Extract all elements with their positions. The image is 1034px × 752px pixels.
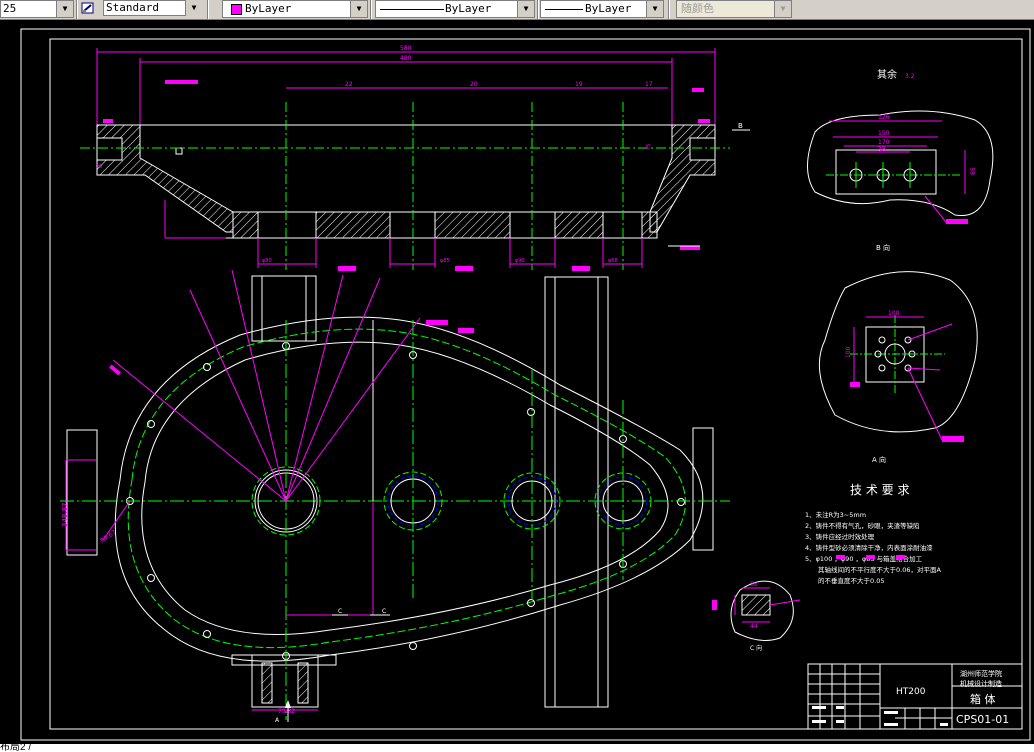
drawing-canvas[interactable]: 580 480 22 20 19 17 φ80 φ85 φ90 φ68 75 3… (0, 20, 1034, 744)
view-b-caption: B 向 (876, 243, 890, 252)
cad-drawing: 580 480 22 20 19 17 φ80 φ85 φ90 φ68 75 3… (20, 28, 1031, 741)
color-swatch (231, 4, 242, 15)
view-c-caption: C 向 (750, 644, 762, 652)
dim-seg1: 22 (345, 81, 353, 88)
view-b-dim-1: 126 (878, 114, 890, 121)
toolbar-separator (370, 0, 372, 19)
tech-req-line-4: 4、铸件型砂必须清除干净，内表面涂耐油漆 (805, 543, 933, 552)
plot-style-value: 随颜色 (681, 2, 714, 15)
view-b: 其余 3.2 126 150 170 38 65 B 向 (807, 68, 994, 252)
title-material: HT200 (896, 687, 926, 697)
command-line-text: 布局2 / (0, 744, 32, 752)
linetype-sample (380, 9, 444, 10)
title-drawing-no: CPS01-01 (956, 713, 1009, 726)
tech-req-line-1: 1、未注R为3~5mm (805, 510, 866, 519)
scale-value: 25 (3, 2, 17, 15)
chevron-down-icon[interactable]: ▼ (56, 1, 73, 17)
scale-combo[interactable]: 25 ▼ (0, 0, 74, 18)
bore-label-2: φ85 (440, 258, 450, 264)
chevron-down-icon[interactable]: ▼ (774, 1, 791, 17)
color-combo[interactable]: ByLayer ▼ (222, 0, 368, 18)
toolbar-separator (537, 0, 539, 19)
chevron-down-icon[interactable]: ▼ (350, 1, 367, 17)
view-c: 56 44 C 向 (712, 580, 801, 652)
front-dim-left: 348.87 (61, 503, 69, 528)
tech-req-line-7: 的不垂直度不大于0.05 (818, 576, 884, 585)
title-block: HT200 湖州师范学院 机械设计制造 箱 体 CPS01-01 (807, 663, 1023, 730)
view-b-dim-4: 38 (878, 146, 886, 153)
svg-text:3.2: 3.2 (905, 73, 915, 80)
dim-seg3: 19 (575, 81, 583, 88)
bore-label-3: φ90 (515, 258, 525, 264)
view-a-dim-1: 100 (888, 310, 900, 317)
lineweight-value: ByLayer (585, 2, 632, 15)
chevron-down-icon[interactable]: ▼ (185, 0, 202, 16)
text-style-combo[interactable]: Standard ▼ (80, 0, 202, 18)
section-mark-c-2: C (382, 608, 386, 615)
title-part-name: 箱 体 (970, 692, 996, 706)
dim-inner: 480 (400, 55, 412, 62)
technical-requirements: 技 术 要 求 1、未注R为3~5mm 2、铸件不得有气孔，砂眼，夹渣等缺陷 3… (805, 483, 941, 585)
lineweight-combo[interactable]: ByLayer ▼ (540, 0, 664, 18)
section-mark: B (738, 122, 743, 130)
view-c-dim-1: 56 (750, 581, 758, 588)
title-school: 湖州师范学院 (960, 669, 1002, 678)
toolbar-separator (668, 0, 670, 19)
bore-label-1: φ80 (262, 258, 272, 264)
dim-seg2: 20 (470, 81, 478, 88)
linetype-combo[interactable]: ByLayer ▼ (375, 0, 535, 18)
front-dim-radius: R9.67 (99, 529, 118, 545)
tech-req-line-3: 3、铸件应经过时效处理 (805, 532, 875, 541)
toolbar-separator (207, 0, 209, 19)
view-c-dim-2: 44 (750, 623, 758, 630)
view-b-dim-5: 65 (970, 167, 977, 175)
dim-left-height: 30 (96, 164, 102, 170)
view-b-title: 其余 (877, 68, 897, 81)
view-a-dim-2: 100 (845, 346, 852, 358)
properties-toolbar: 25 ▼ Standard ▼ ByLayer ▼ ByLayer ▼ ByLa… (0, 0, 1034, 20)
text-style-icon (81, 1, 95, 15)
view-a-arrow-label: A (275, 717, 280, 724)
chevron-down-icon[interactable]: ▼ (646, 1, 663, 17)
bore-label-4: φ68 (608, 258, 618, 264)
dim-height: 75 (646, 144, 652, 150)
view-b-dim-2: 150 (878, 130, 890, 137)
dim-seg4: 17 (645, 81, 653, 88)
chevron-down-icon[interactable]: ▼ (517, 1, 534, 17)
top-section-view: 580 480 22 20 19 17 φ80 φ85 φ90 φ68 75 3… (80, 45, 750, 271)
front-view: 348.87 R9.67 73.82 C C A (60, 269, 730, 724)
tech-req-line-6: 其轴线间的不平行度不大于0.06，对平面A (818, 565, 941, 574)
view-a: 100 100 A 向 (818, 271, 978, 464)
section-mark-c-1: C (338, 608, 342, 615)
linetype-value: ByLayer (445, 2, 492, 15)
dim-overall: 580 (400, 45, 412, 52)
tech-req-line-2: 2、铸件不得有气孔，砂眼，夹渣等缺陷 (805, 521, 920, 530)
text-style-value: Standard (106, 1, 159, 14)
color-value: ByLayer (245, 2, 292, 15)
tech-req-title: 技 术 要 求 (850, 483, 909, 497)
title-dept: 机械设计制造 (960, 679, 1002, 688)
toolbar-separator (76, 0, 78, 19)
view-a-caption: A 向 (872, 455, 886, 464)
lineweight-sample (545, 9, 583, 10)
view-b-dim-3: 170 (878, 139, 890, 146)
plot-style-combo[interactable]: 随颜色 ▼ (676, 0, 792, 18)
front-dim-bottom: 73.82 (278, 708, 295, 715)
command-line[interactable]: 布局2 / (0, 744, 1034, 752)
